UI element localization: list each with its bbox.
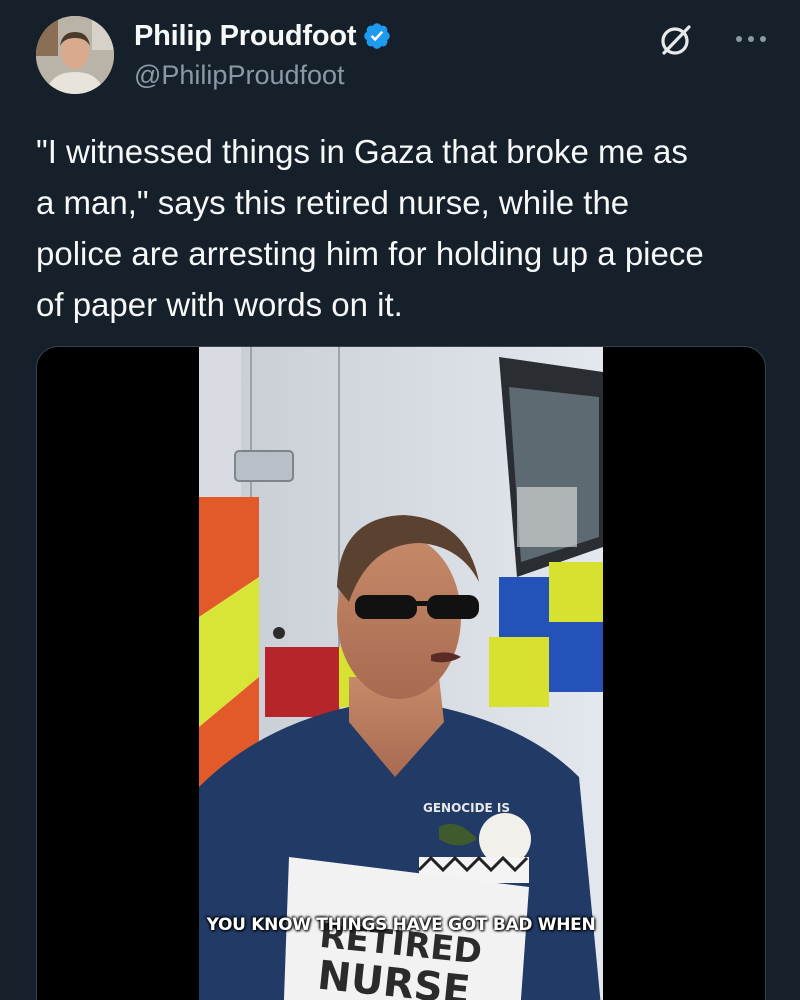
author-names: Philip Proudfoot @PhilipProudfoot [134, 16, 392, 91]
tweet: Philip Proudfoot @PhilipProudfoot "I wit… [0, 0, 800, 1000]
video-still-image: GENOCIDE IS RETIRED NURSE [199, 347, 603, 1000]
more-options-icon[interactable] [732, 24, 770, 54]
tweet-text: "I witnessed things in Gaza that broke m… [36, 133, 704, 323]
author-handle[interactable]: @PhilipProudfoot [134, 60, 392, 91]
video-caption: YOU KNOW THINGS HAVE GOT BAD WHEN [206, 915, 596, 935]
verified-badge-icon [364, 23, 391, 49]
video-frame[interactable]: GENOCIDE IS RETIRED NURSE YOU KNOW THING… [199, 347, 603, 1000]
shirt-text: GENOCIDE IS [423, 801, 510, 815]
tweet-header: Philip Proudfoot @PhilipProudfoot [36, 14, 770, 98]
avatar[interactable] [36, 16, 114, 94]
avatar-image [36, 16, 114, 94]
tweet-media-video[interactable]: GENOCIDE IS RETIRED NURSE YOU KNOW THING… [36, 346, 766, 1000]
display-name[interactable]: Philip Proudfoot [134, 20, 357, 53]
display-name-row: Philip Proudfoot [134, 16, 392, 56]
grok-icon[interactable] [658, 22, 694, 58]
